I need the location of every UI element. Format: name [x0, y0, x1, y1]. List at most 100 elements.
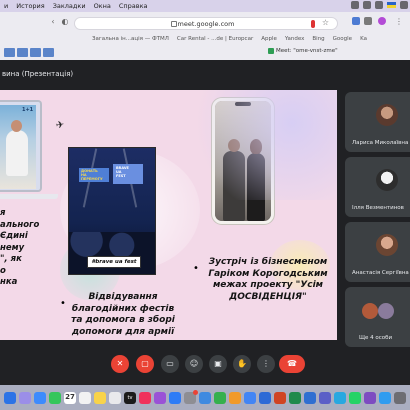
bookmark-yandex[interactable]: Yandex: [281, 36, 309, 42]
airplane-icon: ✈: [55, 119, 66, 132]
avatar: [376, 104, 398, 126]
participant-name: Анастасія Сергіївна: [352, 270, 409, 276]
photo-man: [223, 151, 245, 221]
viber-icon[interactable]: [364, 391, 376, 404]
more-participants-label: Ще 4 особи: [359, 335, 393, 341]
back-icon[interactable]: ‹: [48, 17, 58, 27]
participant-tile[interactable]: Ілля Везментинов: [345, 157, 410, 217]
address-bar[interactable]: meet.google.com ☆: [74, 17, 338, 30]
phone-photo: [212, 98, 274, 224]
photos-icon[interactable]: [79, 391, 91, 404]
emoji-icon[interactable]: ☺: [185, 355, 203, 373]
calendar-icon[interactable]: 27: [64, 391, 76, 404]
url-text: meet.google.com: [177, 19, 235, 28]
search-icon[interactable]: [400, 1, 408, 9]
finder-icon[interactable]: [4, 391, 16, 404]
tab-icon-4[interactable]: [43, 48, 54, 57]
powerpoint-icon[interactable]: [274, 391, 286, 404]
tab-meet-label: Meet: "ome-vnst-zme": [276, 48, 338, 54]
music-icon[interactable]: [139, 391, 151, 404]
raise-hand-icon[interactable]: ✋: [233, 355, 251, 373]
captions-icon[interactable]: ▭: [161, 355, 179, 373]
presentation-slide: 1+1 ✈ ДОНАТЬ НА ПЕРЕМОГУ BRAVE UA FEST #…: [0, 90, 337, 340]
keyboard-layout-flag-icon[interactable]: [387, 2, 396, 8]
bullet-icon: •: [60, 298, 66, 309]
menu-bar: и История Закладки Окна Справка: [0, 0, 410, 12]
participant-tile[interactable]: Анастасія Сергіївна: [345, 222, 410, 282]
tab-search-icon[interactable]: ◐: [60, 17, 70, 27]
tab-strip: Meet: "ome-vnst-zme": [0, 46, 410, 60]
apple-tv-icon[interactable]: tv: [124, 391, 136, 404]
phone-notch: [235, 102, 251, 106]
trash-icon[interactable]: [394, 391, 406, 404]
laptop-base: [0, 194, 58, 199]
bookmark-star-icon[interactable]: ☆: [322, 18, 329, 27]
app-store-icon[interactable]: [169, 391, 181, 404]
present-icon[interactable]: ▣: [209, 355, 227, 373]
tab-icon-2[interactable]: [17, 48, 28, 57]
preview-icon[interactable]: [379, 391, 391, 404]
participant-tile-more[interactable]: Ще 4 особи: [345, 287, 410, 347]
menu-item-bookmarks[interactable]: Закладки: [49, 2, 90, 10]
wifi-icon[interactable]: [375, 1, 383, 9]
more-menu-icon[interactable]: ⋮: [394, 17, 404, 27]
tab-icon-3[interactable]: [30, 48, 41, 57]
avatar: [378, 303, 394, 319]
excel-icon[interactable]: [289, 391, 301, 404]
more-options-icon[interactable]: ⋮: [257, 355, 275, 373]
camera-off-icon[interactable]: ▢: [136, 355, 154, 373]
menu-item-help[interactable]: Справка: [115, 2, 152, 10]
messages-icon[interactable]: [49, 391, 61, 404]
word-icon[interactable]: [259, 391, 271, 404]
keynote-icon[interactable]: [199, 391, 211, 404]
tab-icon-1[interactable]: [4, 48, 15, 57]
participant-name: Ілля Везментинов: [352, 205, 404, 211]
pages-icon[interactable]: [229, 391, 241, 404]
menu-item-history[interactable]: История: [12, 2, 48, 10]
bookmark-europcar[interactable]: Car Rental - ...de | Europcar: [173, 36, 257, 42]
extension-icon[interactable]: [352, 17, 360, 25]
camera-status-icon[interactable]: [351, 1, 359, 9]
brave-ua-fest-tag: #brave ua fest: [87, 256, 141, 268]
presenter-label: вина (Презентація): [2, 70, 74, 78]
profile-avatar[interactable]: [378, 17, 386, 25]
numbers-icon[interactable]: [214, 391, 226, 404]
system-settings-icon[interactable]: [184, 389, 198, 404]
end-call-icon[interactable]: ☎: [279, 355, 305, 373]
launchpad-icon[interactable]: [19, 391, 31, 404]
bookmark-bing[interactable]: Bing: [308, 36, 328, 42]
concert-crowd: [69, 232, 155, 274]
concert-screen-left: ДОНАТЬ НА ПЕРЕМОГУ: [79, 168, 109, 182]
notes-icon[interactable]: [94, 391, 106, 404]
podcasts-icon[interactable]: [154, 391, 166, 404]
bookmark-apple[interactable]: Apple: [257, 36, 281, 42]
participant-tile[interactable]: Лариса Миколаївна: [345, 92, 410, 152]
mic-off-icon[interactable]: ✕: [111, 355, 129, 373]
mic-recording-icon: [311, 20, 315, 28]
safari-icon[interactable]: [34, 391, 46, 404]
tab-meet[interactable]: Meet: "ome-vnst-zme": [268, 48, 338, 54]
avatar: [362, 303, 378, 319]
slide-middle-text: Відвідування благодійних фестів та допом…: [71, 292, 175, 337]
zoom-icon[interactable]: [304, 391, 316, 404]
bluetooth-icon[interactable]: [363, 1, 371, 9]
avatar: [376, 169, 398, 191]
participant-name: Лариса Миколаївна: [352, 140, 409, 146]
bookmarks-bar: Загальна ін...ація — ФТМЛ Car Rental - .…: [0, 33, 410, 45]
teams-icon[interactable]: [319, 391, 331, 404]
bookmark-ftml[interactable]: Загальна ін...ація — ФТМЛ: [88, 36, 173, 42]
telegram-icon[interactable]: [334, 391, 346, 404]
reminders-icon[interactable]: [109, 391, 121, 404]
menu-item-windows[interactable]: Окна: [90, 2, 115, 10]
extension-icon-2[interactable]: [364, 17, 372, 25]
concert-photo: ДОНАТЬ НА ПЕРЕМОГУ BRAVE UA FEST #brave …: [68, 147, 156, 275]
lock-icon: [171, 21, 177, 27]
bullet-icon: •: [193, 263, 199, 274]
menu-item-0[interactable]: и: [0, 2, 12, 10]
bookmark-google[interactable]: Google: [329, 36, 356, 42]
whatsapp-icon[interactable]: [349, 391, 361, 404]
slide-left-text: я ального Єдині нему ", як о нка: [0, 208, 40, 287]
concert-screen-right: BRAVE UA FEST: [113, 164, 143, 184]
bookmark-ka[interactable]: Ka: [356, 36, 371, 42]
chrome-icon[interactable]: [244, 391, 256, 404]
